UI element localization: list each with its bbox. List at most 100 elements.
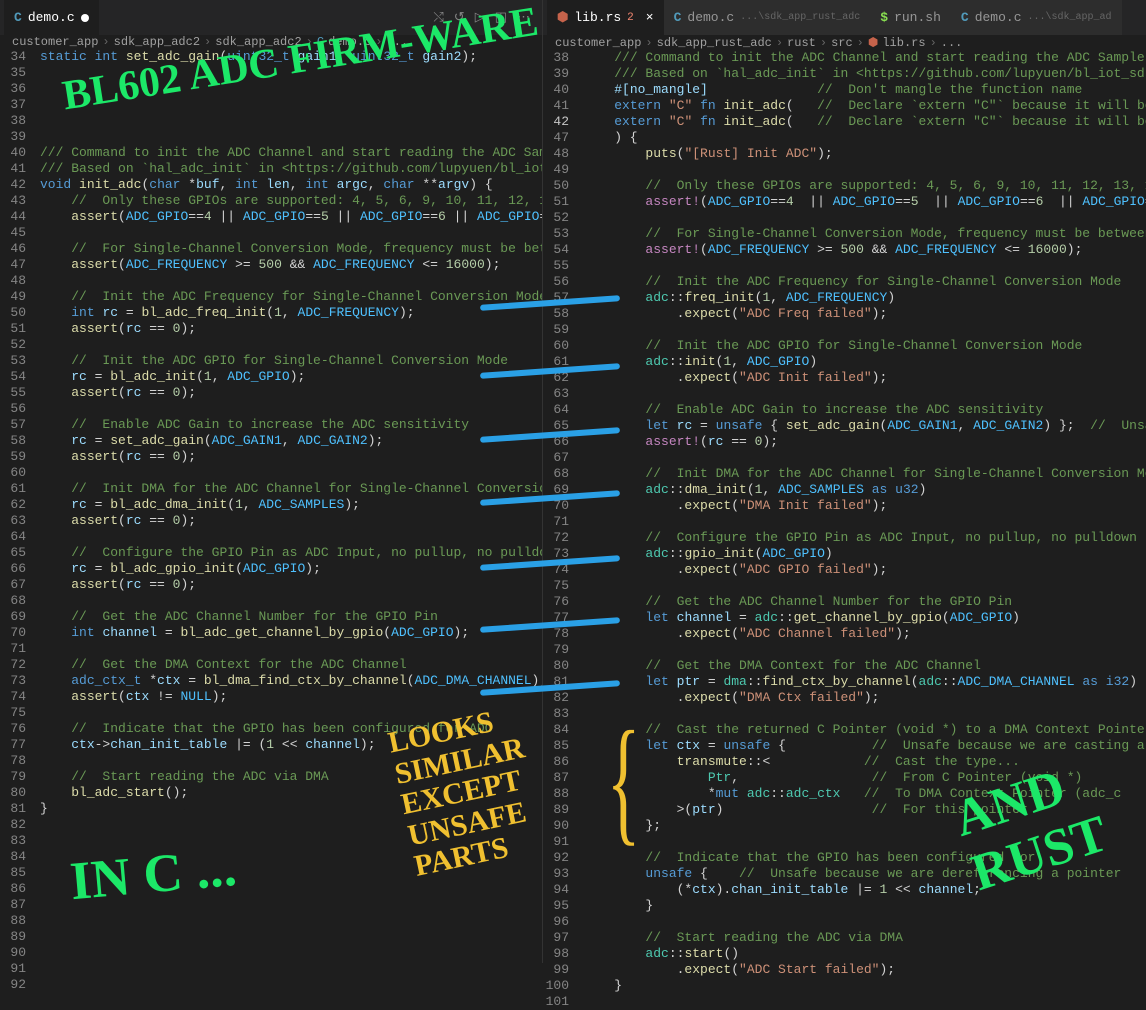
crumb[interactable]: src [831,36,853,50]
code-line[interactable]: 42 extern "C" fn init_adc( // Declare `e… [543,114,1146,130]
code-content[interactable]: ctx->chan_init_table |= (1 << channel); [40,737,542,753]
code-line[interactable]: 44 assert(ADC_GPIO==4 || ADC_GPIO==5 || … [0,209,542,225]
code-line[interactable]: 92 [0,977,542,993]
code-line[interactable]: 88 *mut adc::adc_ctx // To DMA Context P… [543,786,1146,802]
code-line[interactable]: 55 [543,258,1146,274]
code-content[interactable]: ) { [583,130,1146,146]
code-line[interactable]: 37 [0,97,542,113]
code-line[interactable]: 90 [0,945,542,961]
breadcrumb-left[interactable]: customer_app› sdk_app_adc2› sdk_app_adc2… [0,35,542,49]
code-content[interactable]: } [583,978,1146,994]
code-content[interactable] [40,961,542,977]
run-icon[interactable]: ▷ [475,10,485,25]
code-content[interactable]: static int set_adc_gain(uint32_t gain1, … [40,49,542,65]
code-content[interactable]: assert(rc == 0); [40,321,542,337]
code-content[interactable]: // Init DMA for the ADC Channel for Sing… [583,466,1146,482]
code-content[interactable]: rc = set_adc_gain(ADC_GAIN1, ADC_GAIN2); [40,433,542,449]
code-content[interactable] [40,705,542,721]
code-content[interactable]: let ptr = dma::find_ctx_by_channel(adc::… [583,674,1146,690]
code-line[interactable]: 39 [0,129,542,145]
code-content[interactable]: /// Command to init the ADC Channel and … [583,50,1146,66]
code-line[interactable]: 48 puts("[Rust] Init ADC"); [543,146,1146,162]
code-line[interactable]: 81 let ptr = dma::find_ctx_by_channel(ad… [543,674,1146,690]
code-content[interactable] [40,849,542,865]
code-line[interactable]: 73 adc::gpio_init(ADC_GPIO) [543,546,1146,562]
code-line[interactable]: 82 .expect("DMA Ctx failed"); [543,690,1146,706]
code-content[interactable]: // Cast the returned C Pointer (void *) … [583,722,1146,738]
code-content[interactable] [40,641,542,657]
code-content[interactable]: } [40,801,542,817]
code-line[interactable]: 98 adc::start() [543,946,1146,962]
code-content[interactable]: // Start reading the ADC via DMA [583,930,1146,946]
code-line[interactable]: 36 [0,81,542,97]
crumb[interactable]: customer_app [555,36,641,50]
code-line[interactable]: 90 }; [543,818,1146,834]
code-line[interactable]: 62 rc = bl_adc_dma_init(1, ADC_SAMPLES); [0,497,542,513]
code-content[interactable]: /// Based on `hal_adc_init` in <https://… [583,66,1146,82]
code-line[interactable]: 56 [0,401,542,417]
code-content[interactable]: // For Single-Channel Conversion Mode, f… [583,226,1146,242]
code-line[interactable]: 80 bl_adc_start(); [0,785,542,801]
code-content[interactable] [583,578,1146,594]
code-line[interactable]: 78 .expect("ADC Channel failed"); [543,626,1146,642]
code-content[interactable]: assert(rc == 0); [40,385,542,401]
crumb[interactable]: demo.c [328,35,371,49]
code-line[interactable]: 74 .expect("ADC GPIO failed"); [543,562,1146,578]
code-content[interactable]: *mut adc::adc_ctx // To DMA Context Poin… [583,786,1146,802]
code-content[interactable]: unsafe { // Unsafe because we are derefe… [583,866,1146,882]
code-line[interactable]: 50 // Only these GPIOs are supported: 4,… [543,178,1146,194]
code-content[interactable]: // Init the ADC Frequency for Single-Cha… [583,274,1146,290]
code-line[interactable]: 78 [0,753,542,769]
code-line[interactable]: 35 [0,65,542,81]
code-content[interactable] [583,162,1146,178]
code-content[interactable] [40,225,542,241]
code-line[interactable]: 77 let channel = adc::get_channel_by_gpi… [543,610,1146,626]
code-content[interactable] [40,945,542,961]
code-content[interactable]: adc::init(1, ADC_GPIO) [583,354,1146,370]
code-line[interactable]: 76 // Get the ADC Channel Number for the… [543,594,1146,610]
code-content[interactable]: adc::freq_init(1, ADC_FREQUENCY) [583,290,1146,306]
code-content[interactable]: /// Based on `hal_adc_init` in <https://… [40,161,542,177]
code-content[interactable]: adc::start() [583,946,1146,962]
code-content[interactable] [40,929,542,945]
code-line[interactable]: 51 assert(rc == 0); [0,321,542,337]
code-content[interactable]: assert(ADC_FREQUENCY >= 500 && ADC_FREQU… [40,257,542,273]
code-line[interactable]: 52 [543,210,1146,226]
code-content[interactable] [40,273,542,289]
code-editor-right[interactable]: 38 /// Command to init the ADC Channel a… [543,50,1146,1010]
code-content[interactable] [40,913,542,929]
code-content[interactable] [583,514,1146,530]
crumb[interactable]: customer_app [12,35,98,49]
code-line[interactable]: 91 [543,834,1146,850]
code-content[interactable] [40,833,542,849]
code-content[interactable]: // Init the ADC Frequency for Single-Cha… [40,289,542,305]
code-line[interactable]: 47 ) { [543,130,1146,146]
code-content[interactable]: // Start reading the ADC via DMA [40,769,542,785]
code-content[interactable]: Ptr, // From C Pointer (void *) [583,770,1146,786]
crumb[interactable]: rust [787,36,816,50]
code-content[interactable]: /// Command to init the ADC Channel and … [40,145,542,161]
code-content[interactable]: let channel = adc::get_channel_by_gpio(A… [583,610,1146,626]
code-content[interactable] [40,593,542,609]
code-content[interactable]: transmute::< // Cast the type... [583,754,1146,770]
code-line[interactable]: 50 int rc = bl_adc_freq_init(1, ADC_FREQ… [0,305,542,321]
code-content[interactable] [40,337,542,353]
code-line[interactable]: 66 rc = bl_adc_gpio_init(ADC_GPIO); [0,561,542,577]
code-content[interactable] [40,97,542,113]
code-content[interactable]: .expect("ADC GPIO failed"); [583,562,1146,578]
code-content[interactable]: rc = bl_adc_init(1, ADC_GPIO); [40,369,542,385]
code-line[interactable]: 89 >(ptr) // For this pointer [543,802,1146,818]
code-line[interactable]: 72 // Configure the GPIO Pin as ADC Inpu… [543,530,1146,546]
code-content[interactable]: assert(rc == 0); [40,513,542,529]
code-line[interactable]: 43 // Only these GPIOs are supported: 4,… [0,193,542,209]
code-line[interactable]: 77 ctx->chan_init_table |= (1 << channel… [0,737,542,753]
code-line[interactable]: 91 [0,961,542,977]
code-line[interactable]: 58 .expect("ADC Freq failed"); [543,306,1146,322]
code-line[interactable]: 96 [543,914,1146,930]
code-line[interactable]: 39 /// Based on `hal_adc_init` in <https… [543,66,1146,82]
code-content[interactable] [40,897,542,913]
code-line[interactable]: 52 [0,337,542,353]
code-line[interactable]: 59 [543,322,1146,338]
code-content[interactable]: let rc = unsafe { set_adc_gain(ADC_GAIN1… [583,418,1146,434]
code-line[interactable]: 89 [0,929,542,945]
